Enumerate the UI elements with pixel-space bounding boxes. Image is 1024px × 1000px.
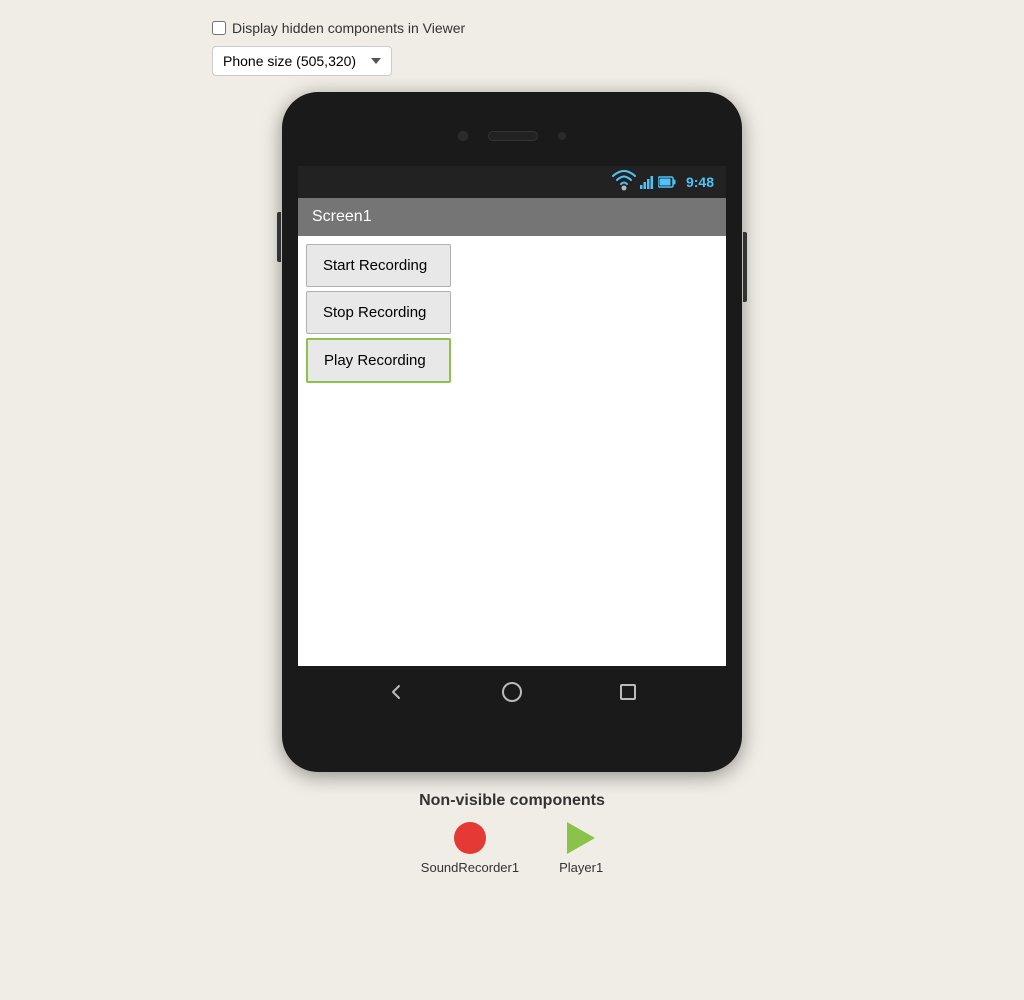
phone-bottom-bezel: [296, 718, 728, 758]
speaker-grille: [488, 131, 538, 141]
status-bar: 9:48: [298, 166, 726, 198]
size-select[interactable]: Phone size (505,320) Tablet size (1024,6…: [212, 46, 392, 76]
stop-recording-button[interactable]: Stop Recording: [306, 291, 451, 334]
sound-recorder-label: SoundRecorder1: [421, 860, 519, 875]
app-titlebar: Screen1: [298, 198, 726, 236]
phone-top-bezel: [296, 106, 728, 166]
hidden-components-checkbox[interactable]: [212, 21, 226, 35]
top-controls: Display hidden components in Viewer Phon…: [212, 20, 812, 76]
signal-icon: [640, 175, 654, 189]
battery-icon: [658, 176, 676, 188]
play-recording-button[interactable]: Play Recording: [306, 338, 451, 383]
status-icons: [612, 170, 676, 194]
checkbox-row: Display hidden components in Viewer: [212, 20, 465, 36]
phone-nav-bar: [298, 666, 726, 718]
side-button-left: [277, 212, 281, 262]
start-recording-button[interactable]: Start Recording: [306, 244, 451, 287]
phone-wrapper: 9:48 Screen1 Start Recording Stop Record…: [282, 92, 742, 875]
player-icon: [567, 822, 595, 854]
camera-icon: [458, 131, 468, 141]
back-nav-icon[interactable]: [384, 680, 408, 704]
app-content: Start Recording Stop Recording Play Reco…: [298, 236, 726, 666]
sound-recorder-icon: [454, 822, 486, 854]
status-time: 9:48: [686, 174, 714, 190]
side-button-right: [743, 232, 747, 302]
sensor-icon: [558, 132, 566, 140]
player-label: Player1: [559, 860, 603, 875]
checkbox-label: Display hidden components in Viewer: [232, 20, 465, 36]
non-visible-items: SoundRecorder1 Player1: [419, 822, 605, 875]
phone-device: 9:48 Screen1 Start Recording Stop Record…: [282, 92, 742, 772]
home-nav-icon[interactable]: [500, 680, 524, 704]
app-title-text: Screen1: [312, 208, 372, 225]
sound-recorder-item: SoundRecorder1: [421, 822, 519, 875]
player-item: Player1: [559, 822, 603, 875]
non-visible-section: Non-visible components SoundRecorder1 Pl…: [419, 792, 605, 875]
phone-screen: 9:48 Screen1 Start Recording Stop Record…: [296, 166, 728, 718]
non-visible-title: Non-visible components: [419, 792, 605, 810]
recents-nav-icon[interactable]: [616, 680, 640, 704]
wifi-icon: [612, 170, 636, 194]
